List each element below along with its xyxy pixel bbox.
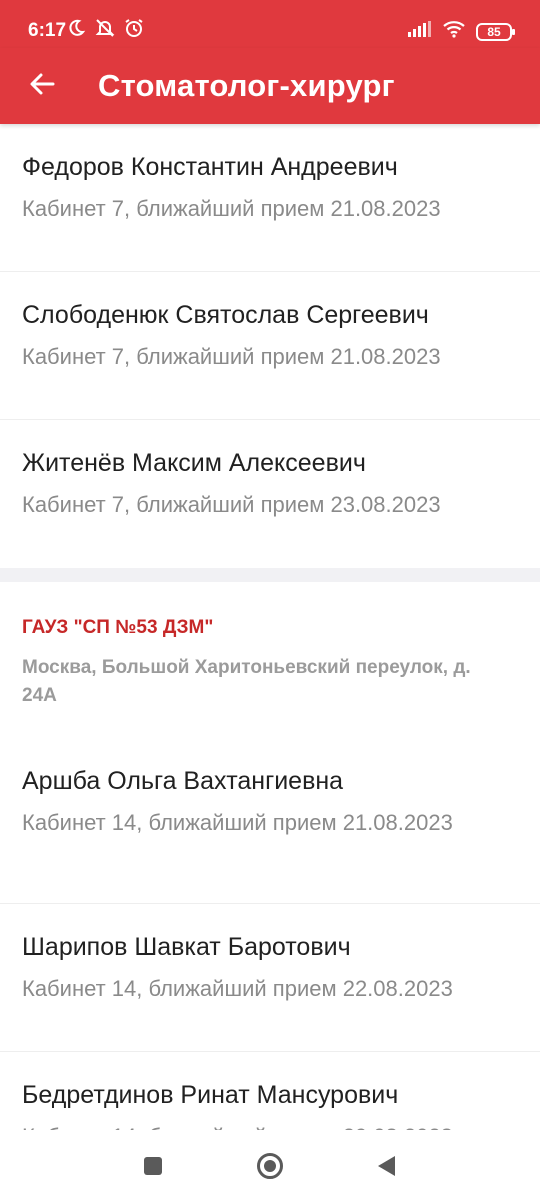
doctor-item[interactable]: Федоров Константин Андреевич Кабинет 7, … <box>0 124 540 272</box>
section-divider <box>0 568 540 582</box>
system-nav-bar <box>0 1130 540 1200</box>
doctor-info: Кабинет 14, ближайший прием 22.08.2023 <box>22 976 453 1001</box>
doctor-info: Кабинет 7, ближайший прием 21.08.2023 <box>22 196 441 221</box>
clinic-header: ГАУЗ "СП №53 ДЗМ" Москва, Большой Харито… <box>0 582 540 754</box>
doctor-name: Федоров Константин Андреевич <box>22 153 398 181</box>
status-bar: 6:17 85 <box>0 0 540 48</box>
doctor-item[interactable]: Шарипов Шавкат Баротович Кабинет 14, бли… <box>0 904 540 1052</box>
doctor-item[interactable]: Бедретдинов Ринат Мансурович Кабинет 14,… <box>0 1052 540 1130</box>
status-time: 6:17 <box>28 20 67 41</box>
recents-square-icon <box>143 1156 163 1181</box>
doctor-name: Житенёв Максим Алексеевич <box>22 449 366 477</box>
back-button[interactable] <box>22 66 62 106</box>
status-right-icons: 85 <box>408 20 515 43</box>
doctor-item[interactable]: Аршба Ольга Вахтангиевна Кабинет 14, бли… <box>0 754 540 904</box>
signal-icon <box>408 21 432 42</box>
app-bar: Стоматолог-хирург <box>0 48 540 124</box>
battery-level: 85 <box>487 24 501 39</box>
doctor-name: Шарипов Шавкат Баротович <box>22 933 351 961</box>
doctor-name: Слободенюк Святослав Сергеевич <box>22 301 429 329</box>
clinic-address: Москва, Большой Харитоньевский переулок,… <box>22 657 471 706</box>
doctor-item[interactable]: Житенёв Максим Алексеевич Кабинет 7, бли… <box>0 420 540 568</box>
alarm-icon <box>124 18 144 43</box>
doctor-item[interactable]: Слободенюк Святослав Сергеевич Кабинет 7… <box>0 272 540 420</box>
wifi-icon <box>442 20 466 43</box>
doctor-info: Кабинет 14, ближайший прием 29.08.2023 <box>22 1122 518 1130</box>
status-left-icons <box>66 18 144 43</box>
back-triangle-icon <box>375 1154 397 1183</box>
battery-icon: 85 <box>476 22 515 41</box>
arrow-left-icon <box>28 70 56 103</box>
bell-off-icon <box>94 18 116 43</box>
page-title: Стоматолог-хирург <box>98 68 395 103</box>
recents-button[interactable] <box>135 1150 171 1186</box>
doctor-info: Кабинет 7, ближайший прием 23.08.2023 <box>22 492 441 517</box>
doctor-list[interactable]: Федоров Константин Андреевич Кабинет 7, … <box>0 124 540 1130</box>
doctor-info: Кабинет 14, ближайший прием 21.08.2023 <box>22 810 453 835</box>
doctor-info: Кабинет 7, ближайший прием 21.08.2023 <box>22 344 441 369</box>
doctor-name: Бедретдинов Ринат Мансурович <box>22 1081 399 1109</box>
clinic-name: ГАУЗ "СП №53 ДЗМ" <box>22 617 214 638</box>
moon-icon <box>66 18 86 43</box>
home-button[interactable] <box>252 1150 288 1186</box>
back-nav-button[interactable] <box>368 1150 404 1186</box>
home-circle-icon <box>256 1152 284 1185</box>
doctor-name: Аршба Ольга Вахтангиевна <box>22 767 344 795</box>
